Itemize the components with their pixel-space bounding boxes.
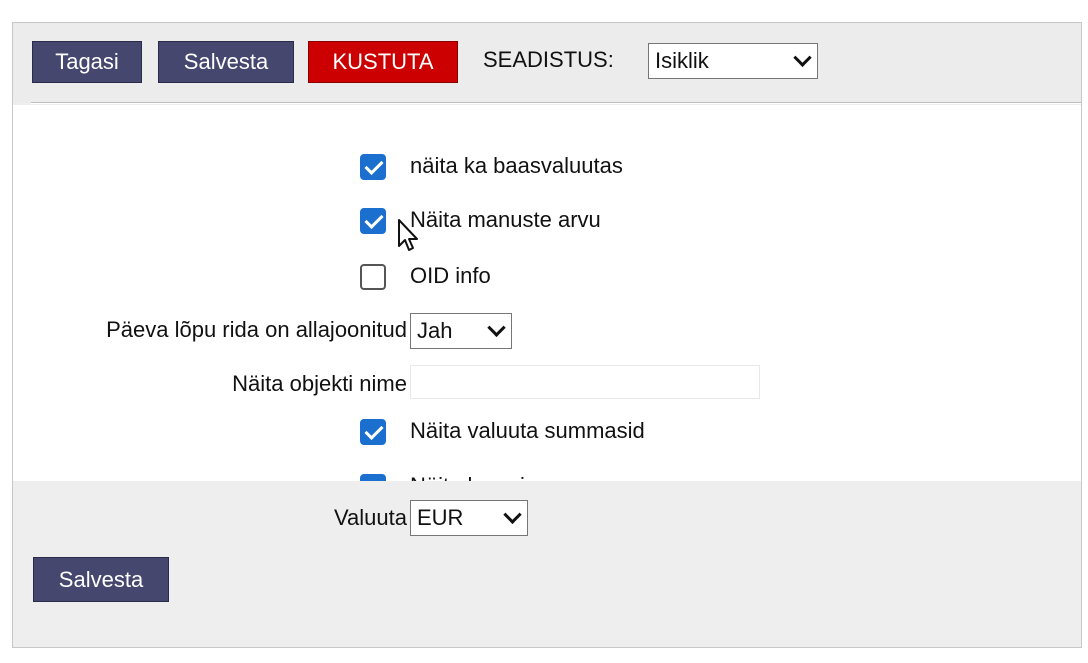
chevron-down-icon bbox=[793, 48, 812, 67]
show-object-name-input[interactable] bbox=[410, 365, 760, 399]
top-strip bbox=[0, 0, 1088, 14]
footer-save-button[interactable]: Salvesta bbox=[33, 557, 169, 602]
delete-button[interactable]: KUSTUTA bbox=[308, 41, 458, 83]
day-end-underlined-label: Päeva lõpu rida on allajoonitud bbox=[106, 317, 407, 342]
footer-area: Valuuta EUR Salvesta bbox=[13, 481, 1081, 647]
show-object-name-label: Näita objekti nime bbox=[232, 371, 407, 396]
oid-info-label: OID info bbox=[410, 263, 491, 288]
settings-panel: Tagasi Salvesta KUSTUTA SEADISTUS: Isikl… bbox=[12, 22, 1082, 648]
show-attachment-count-checkbox[interactable] bbox=[360, 208, 386, 234]
show-base-currency-checkbox[interactable] bbox=[360, 154, 386, 180]
oid-info-checkbox[interactable] bbox=[360, 264, 386, 290]
toolbar: Tagasi Salvesta KUSTUTA SEADISTUS: Isikl… bbox=[13, 23, 1081, 103]
show-currency-sums-checkbox[interactable] bbox=[360, 419, 386, 445]
currency-label: Valuuta bbox=[334, 505, 407, 530]
settings-label: SEADISTUS: bbox=[483, 47, 614, 72]
back-button[interactable]: Tagasi bbox=[32, 41, 142, 83]
chevron-down-icon bbox=[487, 318, 506, 337]
currency-value: EUR bbox=[417, 505, 464, 530]
day-end-underlined-value: Jah bbox=[417, 318, 453, 343]
form-area: näita ka baasvaluutas Näita manuste arvu… bbox=[13, 105, 1081, 500]
save-button[interactable]: Salvesta bbox=[158, 41, 294, 83]
currency-select[interactable]: EUR bbox=[410, 500, 528, 536]
show-attachment-count-label: Näita manuste arvu bbox=[410, 207, 601, 232]
day-end-underlined-select[interactable]: Jah bbox=[410, 313, 512, 349]
divider bbox=[31, 102, 1081, 104]
settings-select-value: Isiklik bbox=[655, 48, 709, 73]
show-base-currency-label: näita ka baasvaluutas bbox=[410, 153, 623, 178]
chevron-down-icon bbox=[503, 505, 522, 524]
show-currency-sums-label: Näita valuuta summasid bbox=[410, 418, 645, 443]
settings-select[interactable]: Isiklik bbox=[648, 43, 818, 79]
